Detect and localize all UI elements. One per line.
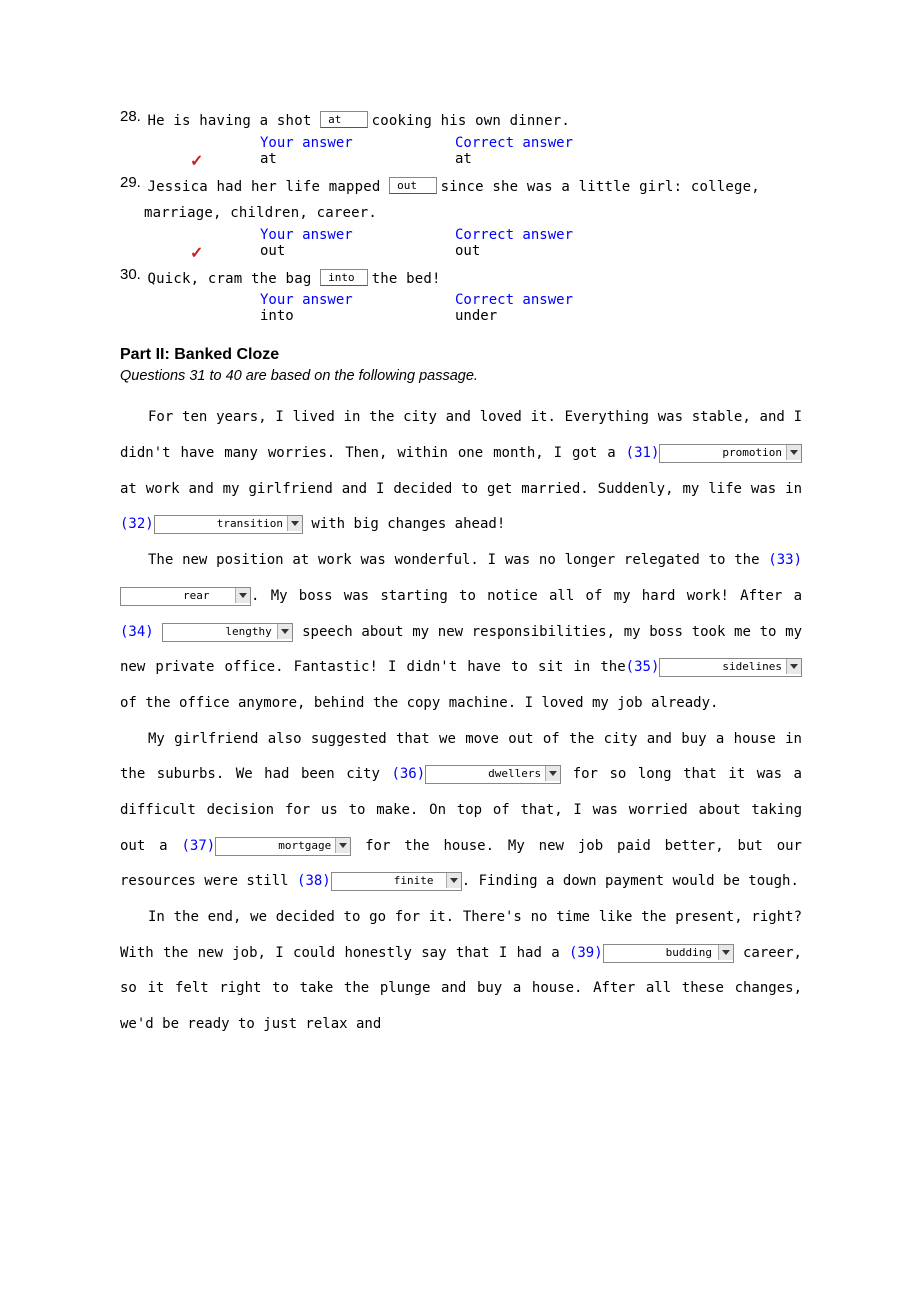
correct-answer-value: at: [455, 151, 665, 171]
your-answer-header: Your answer: [260, 135, 455, 151]
blank-number: (36): [391, 766, 425, 782]
check-icon: ✓: [190, 153, 203, 170]
correct-answer-header: Correct answer: [455, 227, 665, 243]
chevron-down-icon: [287, 516, 302, 531]
correct-answer-header: Correct answer: [455, 135, 665, 151]
blank-dropdown-35[interactable]: sidelines: [659, 658, 802, 677]
question-text-pre: He is having a shot: [148, 113, 321, 129]
blank-number: (34): [120, 624, 154, 640]
correct-answer-header: Correct answer: [455, 292, 665, 308]
question-text-cont: marriage, children, career.: [120, 200, 802, 227]
your-answer-value: into: [260, 308, 455, 324]
blank-dropdown-32[interactable]: transition: [154, 515, 303, 534]
check-icon: ✓: [190, 245, 203, 262]
answer-input[interactable]: out: [389, 177, 437, 194]
question-number: 29.: [120, 174, 144, 191]
blank-dropdown-37[interactable]: mortgage: [215, 837, 351, 856]
correct-answer-value: out: [455, 243, 665, 263]
blank-dropdown-31[interactable]: promotion: [659, 444, 802, 463]
question-text-pre: Quick, cram the bag: [148, 271, 321, 287]
blank-number: (37): [182, 838, 216, 854]
question-text-post: since she was a little girl: college,: [441, 179, 760, 195]
blank-dropdown-38[interactable]: finite: [331, 872, 462, 891]
cloze-passage: For ten years, I lived in the city and l…: [120, 400, 802, 1042]
chevron-down-icon: [786, 445, 801, 460]
blank-number: (39): [569, 945, 603, 961]
chevron-down-icon: [335, 838, 350, 853]
passage-text: . Finding a down payment would be tough.: [462, 873, 799, 889]
answer-input[interactable]: at: [320, 111, 368, 128]
chevron-down-icon: [446, 873, 461, 888]
passage-text: of the office anymore, behind the copy m…: [120, 695, 718, 711]
answer-input[interactable]: into: [320, 269, 368, 286]
passage-text: . My boss was starting to notice all of …: [251, 588, 802, 604]
chevron-down-icon: [786, 659, 801, 674]
passage-text: The new position at work was wonderful. …: [148, 552, 768, 568]
blank-number: (38): [297, 873, 331, 889]
correct-answer-value: under: [455, 308, 665, 324]
question-text-post: the bed!: [372, 271, 441, 287]
your-answer-header: Your answer: [260, 292, 455, 308]
question-text-pre: Jessica had her life mapped: [148, 179, 390, 195]
question-28: 28. He is having a shot at cooking his o…: [120, 108, 802, 171]
blank-number: (31): [626, 445, 660, 461]
blank-dropdown-34[interactable]: lengthy: [162, 623, 293, 642]
your-answer-header: Your answer: [260, 227, 455, 243]
your-answer-value: out: [260, 243, 455, 263]
your-answer-value: at: [260, 151, 455, 171]
chevron-down-icon: [718, 945, 733, 960]
part-title: Part II: Banked Cloze: [120, 346, 802, 364]
question-29: 29. Jessica had her life mapped out sinc…: [120, 174, 802, 263]
passage-text: at work and my girlfriend and I decided …: [120, 481, 802, 497]
passage-text: with big changes ahead!: [311, 516, 505, 532]
question-number: 28.: [120, 108, 144, 125]
part-subtitle: Questions 31 to 40 are based on the foll…: [120, 368, 802, 384]
question-number: 30.: [120, 266, 144, 283]
chevron-down-icon: [545, 766, 560, 781]
question-text-post: cooking his own dinner.: [372, 113, 570, 129]
blank-number: (35): [626, 659, 660, 675]
chevron-down-icon: [277, 624, 292, 639]
chevron-down-icon: [235, 588, 250, 603]
blank-dropdown-39[interactable]: budding: [603, 944, 734, 963]
blank-number: (32): [120, 516, 154, 532]
blank-dropdown-33[interactable]: rear: [120, 587, 251, 606]
question-30: 30. Quick, cram the bag into the bed! Yo…: [120, 266, 802, 325]
blank-dropdown-36[interactable]: dwellers: [425, 765, 561, 784]
blank-number: (33): [768, 552, 802, 568]
